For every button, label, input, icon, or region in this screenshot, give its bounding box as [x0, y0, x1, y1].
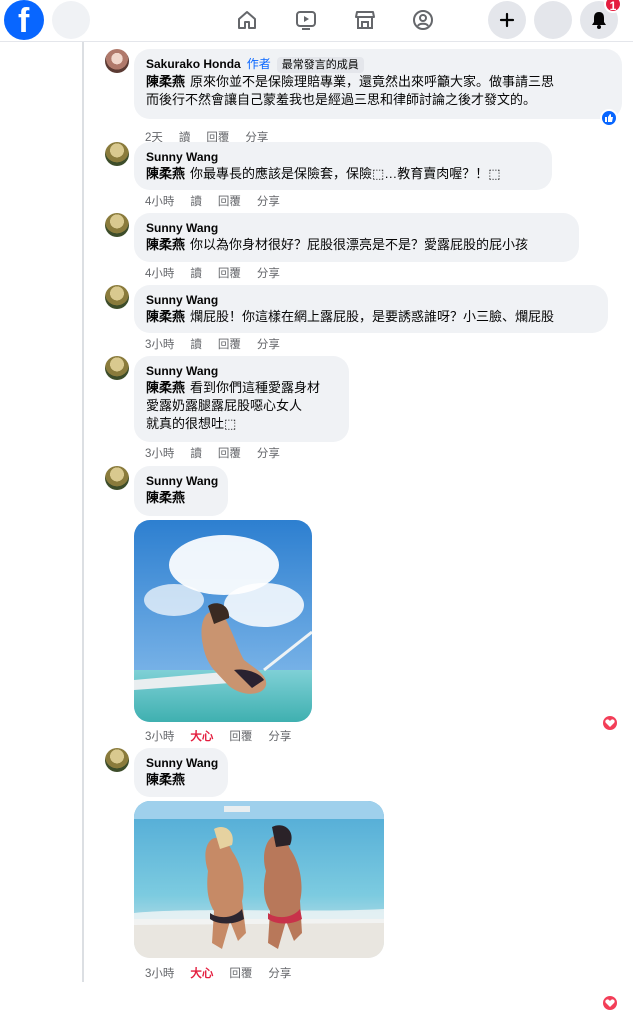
comment-author[interactable]: Sunny Wang — [146, 220, 567, 236]
heart-reaction-icon[interactable] — [601, 714, 619, 732]
avatar[interactable] — [105, 142, 129, 166]
facebook-logo-icon[interactable]: f — [4, 0, 44, 40]
mention[interactable]: 陳柔燕 — [146, 489, 211, 507]
mention[interactable]: 陳柔燕 — [146, 309, 185, 324]
read-button[interactable]: 讀 — [190, 268, 202, 280]
love-button[interactable]: 大心 — [190, 731, 213, 743]
member-tag: 最常發言的成員 — [276, 57, 364, 73]
menu-button[interactable] — [534, 1, 572, 39]
comment-bubble: Sunny Wang 陳柔燕 看到你們這種愛露身材 愛露奶露腿露屁股噁心女人 就真… — [134, 356, 349, 442]
love-button[interactable]: 大心 — [190, 968, 213, 980]
comment-bubble: Sunny Wang 陳柔燕 你最專長的應該是保險套，保險⬚…教育賣肉喔？！⬚ — [134, 142, 552, 190]
read-button[interactable]: 讀 — [190, 448, 202, 460]
bell-icon — [592, 12, 606, 29]
avatar[interactable] — [105, 213, 129, 237]
plus-icon[interactable] — [488, 1, 526, 39]
reply-button[interactable]: 回覆 — [218, 339, 241, 351]
comment-actions: 3小時 讀 回覆 分享 — [145, 445, 296, 461]
mention[interactable]: 陳柔燕 — [146, 380, 185, 395]
read-button[interactable]: 讀 — [190, 196, 202, 208]
author-tag: 作者 — [246, 57, 271, 71]
video-icon[interactable] — [288, 2, 324, 38]
comment-bubble: Sunny Wang 陳柔燕 — [134, 466, 228, 516]
comment-time[interactable]: 3小時 — [145, 339, 174, 351]
notification-badge: 1 — [604, 0, 622, 13]
share-button[interactable]: 分享 — [257, 196, 280, 208]
home-icon[interactable] — [229, 2, 265, 38]
comment-actions: 4小時 讀 回覆 分享 — [145, 193, 296, 209]
read-button[interactable]: 讀 — [190, 339, 202, 351]
reply-button[interactable]: 回覆 — [218, 448, 241, 460]
reply-button[interactable]: 回覆 — [229, 968, 252, 980]
comment-author[interactable]: Sakurako Honda — [146, 57, 241, 71]
comment-text: 原來你並不是保險理賠專業，還竟然出來呼籲大家。做事請三思 — [190, 74, 555, 89]
comment-bubble: Sunny Wang 陳柔燕 — [134, 748, 228, 797]
share-button[interactable]: 分享 — [268, 731, 291, 743]
comment-bubble: Sunny Wang 陳柔燕 爛屁股！你這樣在網上露屁股，是要誘惑誰呀？小三臉、爛… — [134, 285, 608, 333]
mention[interactable]: 陳柔燕 — [146, 74, 185, 89]
reply-button[interactable]: 回覆 — [218, 196, 241, 208]
avatar[interactable] — [105, 49, 129, 73]
mention[interactable]: 陳柔燕 — [146, 771, 211, 789]
comment-bubble: Sakurako Honda 作者 最常發言的成員 陳柔燕 原來你並不是保險理賠專業，… — [134, 49, 622, 119]
like-reaction-icon[interactable] — [600, 109, 618, 127]
reply-button[interactable]: 回覆 — [218, 268, 241, 280]
comment-time[interactable]: 3小時 — [145, 968, 174, 980]
comment-time[interactable]: 3小時 — [145, 448, 174, 460]
notifications-button[interactable]: 1 — [580, 0, 622, 39]
heart-reaction-icon[interactable] — [601, 994, 619, 1012]
search-button[interactable] — [52, 1, 90, 39]
comment-actions: 3小時 大心 回覆 分享 — [145, 728, 307, 744]
groups-icon[interactable] — [405, 2, 441, 38]
share-button[interactable]: 分享 — [268, 968, 291, 980]
comment-actions: 3小時 大心 回覆 分享 — [145, 965, 307, 981]
marketplace-icon[interactable] — [347, 2, 383, 38]
avatar[interactable] — [105, 356, 129, 380]
avatar[interactable] — [105, 748, 129, 772]
comment-actions: 4小時 讀 回覆 分享 — [145, 265, 296, 281]
comment-text: 看到你們這種愛露身材 — [190, 380, 321, 395]
share-button[interactable]: 分享 — [257, 268, 280, 280]
top-navigation-bar: f 1 — [0, 0, 633, 42]
comment-photo[interactable] — [134, 801, 384, 958]
comment-author[interactable]: Sunny Wang — [146, 149, 540, 165]
comment-author[interactable]: Sunny Wang — [146, 363, 337, 379]
comment-text: 你以為你身材很好？屁股很漂亮是不是？愛露屁股的屁小孩 — [190, 237, 529, 252]
share-button[interactable]: 分享 — [257, 339, 280, 351]
comments-feed: Sakurako Honda 作者 最常發言的成員 陳柔燕 原來你並不是保險理賠專業，… — [0, 42, 633, 1012]
comment-actions: 3小時 讀 回覆 分享 — [145, 336, 296, 352]
comment-text: 愛露奶露腿露屁股噁心女人 — [146, 398, 303, 413]
comment-author[interactable]: Sunny Wang — [146, 292, 596, 308]
comment-text: 就真的很想吐⬚ — [146, 416, 237, 431]
mention[interactable]: 陳柔燕 — [146, 166, 185, 181]
comment-photo[interactable] — [134, 520, 312, 722]
comment-text: 你最專長的應該是保險套，保險⬚…教育賣肉喔？！⬚ — [190, 166, 501, 181]
comment-bubble: Sunny Wang 陳柔燕 你以為你身材很好？屁股很漂亮是不是？愛露屁股的屁小孩 — [134, 213, 579, 262]
comment-text: 而後行不然會讓自己蒙羞我也是經過三思和律師討論之後才發文的。 — [146, 92, 537, 107]
comment-author[interactable]: Sunny Wang — [146, 755, 218, 771]
avatar[interactable] — [105, 285, 129, 309]
comment-time[interactable]: 4小時 — [145, 268, 174, 280]
comment-time[interactable]: 3小時 — [145, 731, 174, 743]
comment-time[interactable]: 4小時 — [145, 196, 174, 208]
comment-text: 爛屁股！你這樣在網上露屁股，是要誘惑誰呀？小三臉、爛屁股 — [190, 309, 555, 324]
avatar[interactable] — [105, 466, 129, 490]
thread-line — [82, 42, 84, 982]
share-button[interactable]: 分享 — [257, 448, 280, 460]
reply-button[interactable]: 回覆 — [229, 731, 252, 743]
comment-author[interactable]: Sunny Wang — [146, 473, 218, 489]
mention[interactable]: 陳柔燕 — [146, 237, 185, 252]
